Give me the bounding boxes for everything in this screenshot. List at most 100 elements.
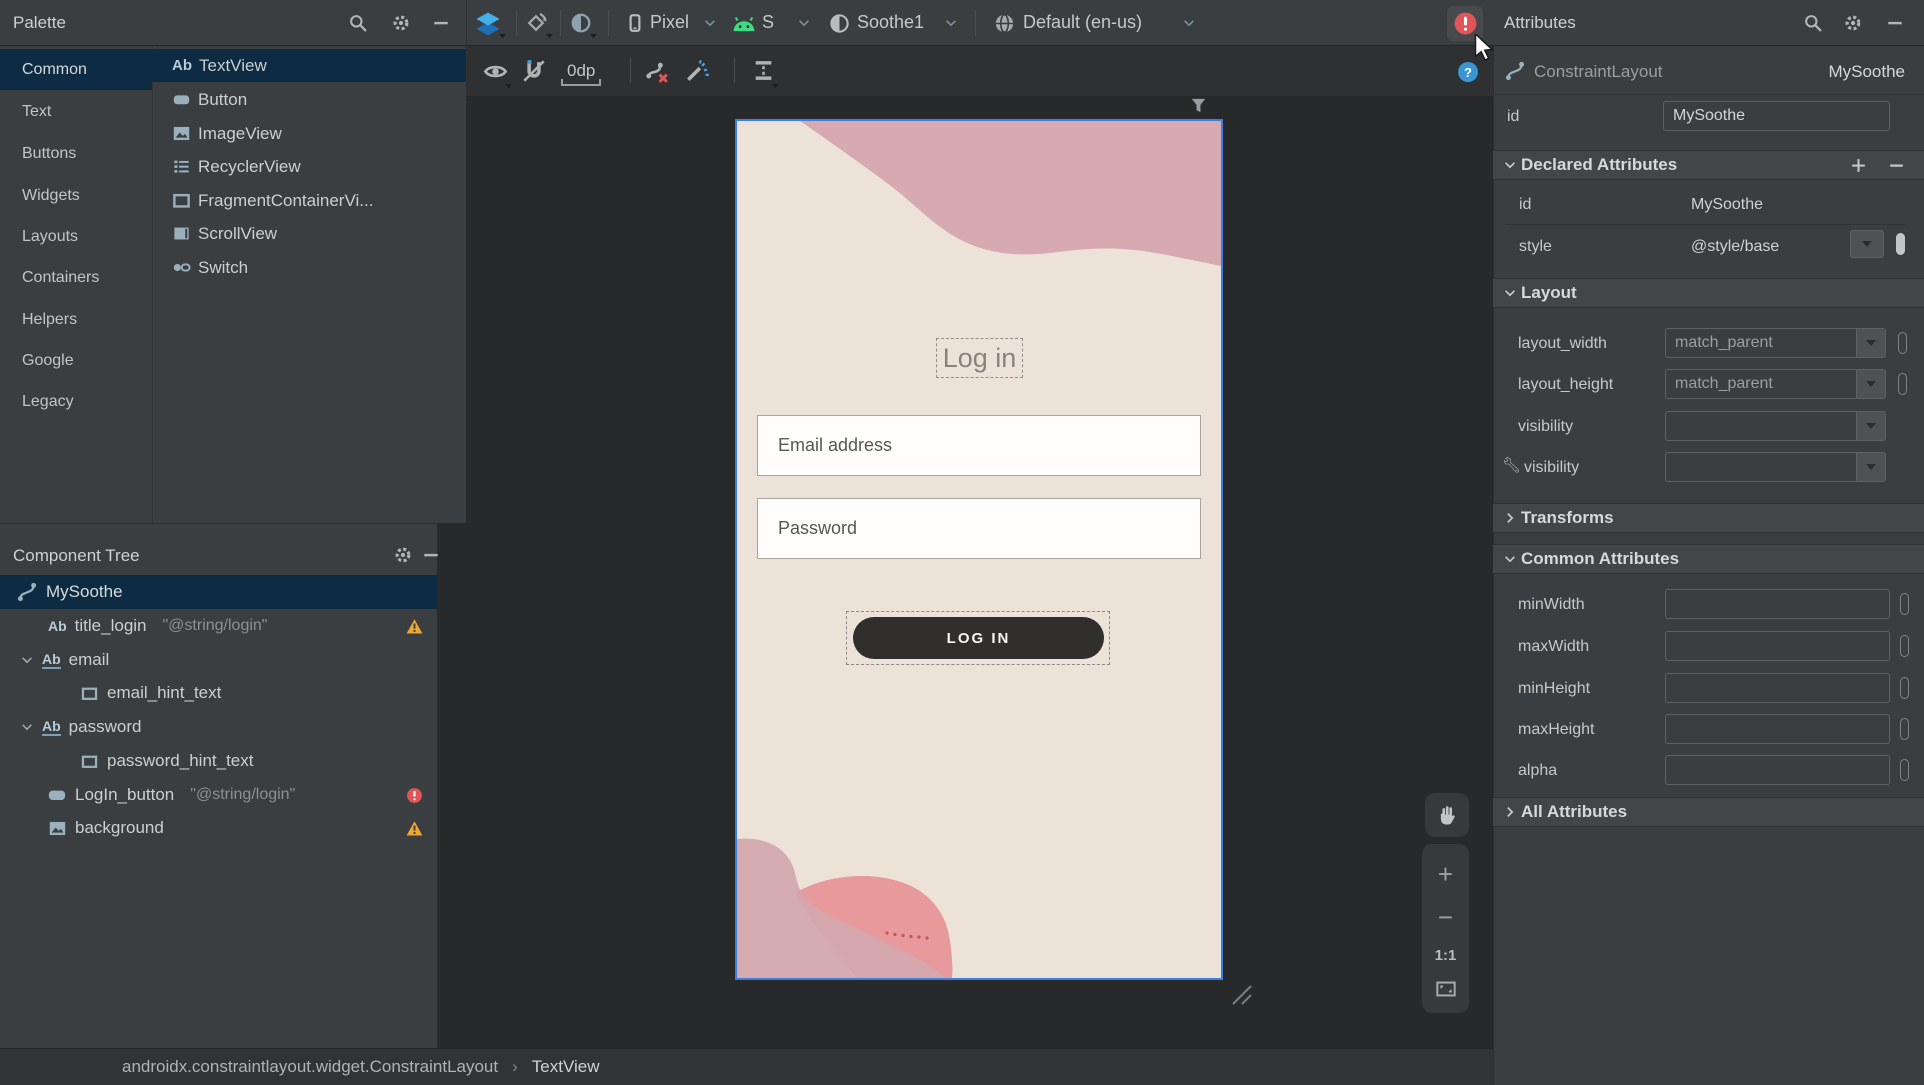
palette-category-google[interactable]: Google bbox=[0, 340, 152, 381]
error-icon[interactable] bbox=[406, 787, 423, 804]
constraint-icon bbox=[1504, 60, 1526, 82]
tools-attribute-pill[interactable] bbox=[1900, 718, 1909, 740]
login-button[interactable]: LOG IN bbox=[853, 617, 1104, 659]
layout-height-combo[interactable]: match_parent bbox=[1665, 369, 1886, 399]
add-attribute-icon[interactable] bbox=[1850, 157, 1867, 174]
layout-width-combo[interactable]: match_parent bbox=[1665, 328, 1886, 358]
id-input[interactable]: MySoothe bbox=[1663, 101, 1890, 131]
tools-visibility-combo[interactable] bbox=[1665, 452, 1886, 482]
palette-category-helpers[interactable]: Helpers bbox=[0, 299, 152, 340]
login-title[interactable]: Log in bbox=[936, 338, 1023, 378]
visibility-combo[interactable] bbox=[1665, 411, 1886, 441]
tree-item-email-hint-text[interactable]: email_hint_text bbox=[0, 676, 437, 710]
autoconnect-off-icon[interactable] bbox=[521, 58, 547, 84]
declared-style-value[interactable]: @style/base bbox=[1691, 238, 1779, 256]
maxheight-input[interactable] bbox=[1665, 714, 1890, 744]
warning-icon[interactable] bbox=[406, 820, 423, 837]
palette-item-button[interactable]: Button bbox=[152, 83, 466, 116]
gear-icon[interactable] bbox=[394, 546, 412, 564]
password-field[interactable]: Password bbox=[757, 498, 1201, 559]
chevron-down-icon bbox=[1503, 158, 1517, 172]
zoom-out-button[interactable]: − bbox=[1438, 904, 1453, 930]
tree-item-email[interactable]: Ab email bbox=[0, 643, 437, 677]
section-layout[interactable]: Layout bbox=[1493, 278, 1924, 308]
tree-item-password[interactable]: Ab password bbox=[0, 710, 437, 744]
tools-attribute-pill[interactable] bbox=[1900, 635, 1909, 657]
palette-item-scrollview[interactable]: ScrollView bbox=[152, 217, 466, 250]
night-mode-icon[interactable] bbox=[570, 12, 592, 34]
palette-item-switch[interactable]: Switch bbox=[152, 251, 466, 284]
tree-item-title-login[interactable]: Ab title_login "@string/login" bbox=[0, 609, 437, 643]
tools-attribute-pill[interactable] bbox=[1898, 332, 1907, 354]
default-margin-selector[interactable]: 0dp bbox=[562, 61, 601, 86]
theme-icon bbox=[829, 13, 850, 34]
palette-category-buttons[interactable]: Buttons bbox=[0, 133, 152, 174]
tree-item-mysoothe[interactable]: MySoothe bbox=[0, 575, 437, 609]
warning-icon[interactable] bbox=[406, 618, 423, 635]
orientation-icon[interactable] bbox=[524, 11, 548, 35]
locale-selector[interactable]: Default (en-us) bbox=[1023, 12, 1142, 33]
minimize-icon[interactable] bbox=[432, 14, 450, 32]
top-pink-blob bbox=[800, 121, 1221, 266]
palette-item-imageview[interactable]: ImageView bbox=[152, 117, 466, 150]
breadcrumb-current[interactable]: TextView bbox=[532, 1057, 600, 1077]
theme-selector[interactable]: Soothe1 bbox=[857, 12, 924, 33]
design-preview-screen[interactable]: Log in Email address Password LOG IN bbox=[735, 119, 1223, 980]
frame-icon bbox=[80, 684, 99, 703]
minimize-icon[interactable] bbox=[1886, 14, 1904, 32]
pack-align-icon[interactable] bbox=[751, 58, 776, 83]
tools-attribute-pill[interactable] bbox=[1900, 759, 1909, 781]
tree-item-login-button[interactable]: LogIn_button "@string/login" bbox=[0, 778, 437, 812]
section-all-attributes[interactable]: All Attributes bbox=[1493, 797, 1924, 827]
breadcrumb-parent[interactable]: androidx.constraintlayout.widget.Constra… bbox=[122, 1057, 498, 1077]
tools-attribute-pill[interactable] bbox=[1900, 677, 1909, 699]
infer-constraints-icon[interactable] bbox=[684, 58, 710, 84]
tools-attribute-pill[interactable] bbox=[1900, 593, 1909, 615]
tree-item-password-hint-text[interactable]: password_hint_text bbox=[0, 744, 437, 778]
maxheight-label: maxHeight bbox=[1518, 721, 1595, 738]
design-surface-icon[interactable] bbox=[475, 11, 501, 37]
zoom-to-fit-icon[interactable] bbox=[1436, 981, 1456, 997]
maxwidth-input[interactable] bbox=[1665, 631, 1890, 661]
zoom-in-button[interactable]: + bbox=[1438, 861, 1453, 887]
device-selector[interactable]: Pixel bbox=[650, 12, 689, 33]
clear-constraints-icon[interactable] bbox=[643, 58, 669, 84]
search-icon[interactable] bbox=[1804, 14, 1822, 32]
section-common-attributes[interactable]: Common Attributes bbox=[1493, 544, 1924, 574]
alpha-input[interactable] bbox=[1665, 755, 1890, 785]
search-icon[interactable] bbox=[349, 14, 367, 32]
palette-item-recyclerview[interactable]: RecyclerView bbox=[152, 150, 466, 183]
palette-category-text[interactable]: Text bbox=[0, 91, 152, 132]
minwidth-input[interactable] bbox=[1665, 589, 1890, 619]
palette-category-layouts[interactable]: Layouts bbox=[0, 216, 152, 257]
minheight-input[interactable] bbox=[1665, 673, 1890, 703]
remove-attribute-icon[interactable] bbox=[1888, 157, 1905, 174]
palette-category-containers[interactable]: Containers bbox=[0, 257, 152, 298]
email-field[interactable]: Email address bbox=[757, 415, 1201, 476]
section-transforms[interactable]: Transforms bbox=[1493, 503, 1924, 533]
minimize-icon[interactable] bbox=[422, 546, 440, 564]
palette-item-fragmentcontainerview[interactable]: FragmentContainerVi... bbox=[152, 184, 466, 217]
api-selector[interactable]: S bbox=[762, 12, 774, 33]
gear-icon[interactable] bbox=[1844, 14, 1862, 32]
gear-icon[interactable] bbox=[392, 14, 410, 32]
palette-title: Palette bbox=[13, 13, 66, 32]
tools-attribute-pill[interactable] bbox=[1898, 373, 1907, 395]
filter-funnel-icon[interactable] bbox=[1190, 97, 1207, 114]
palette-category-common[interactable]: Common bbox=[0, 49, 152, 90]
declared-id-value[interactable]: MySoothe bbox=[1691, 196, 1763, 214]
help-icon[interactable]: ? bbox=[1458, 62, 1478, 82]
pan-button[interactable] bbox=[1425, 793, 1469, 837]
style-dropdown-button[interactable] bbox=[1850, 230, 1884, 258]
palette-item-textview[interactable]: Ab TextView bbox=[152, 49, 466, 82]
view-options-eye-icon[interactable] bbox=[483, 59, 508, 84]
zoom-actual-button[interactable]: 1:1 bbox=[1435, 947, 1457, 964]
chevron-right-icon bbox=[1503, 805, 1517, 819]
palette-category-legacy[interactable]: Legacy bbox=[0, 381, 152, 422]
chevron-down-icon[interactable] bbox=[20, 720, 34, 734]
tree-item-background[interactable]: background bbox=[0, 811, 437, 845]
chevron-down-icon[interactable] bbox=[20, 653, 34, 667]
tools-attribute-pill[interactable] bbox=[1896, 233, 1905, 255]
canvas-resize-handle[interactable] bbox=[1227, 980, 1253, 1006]
palette-category-widgets[interactable]: Widgets bbox=[0, 175, 152, 216]
